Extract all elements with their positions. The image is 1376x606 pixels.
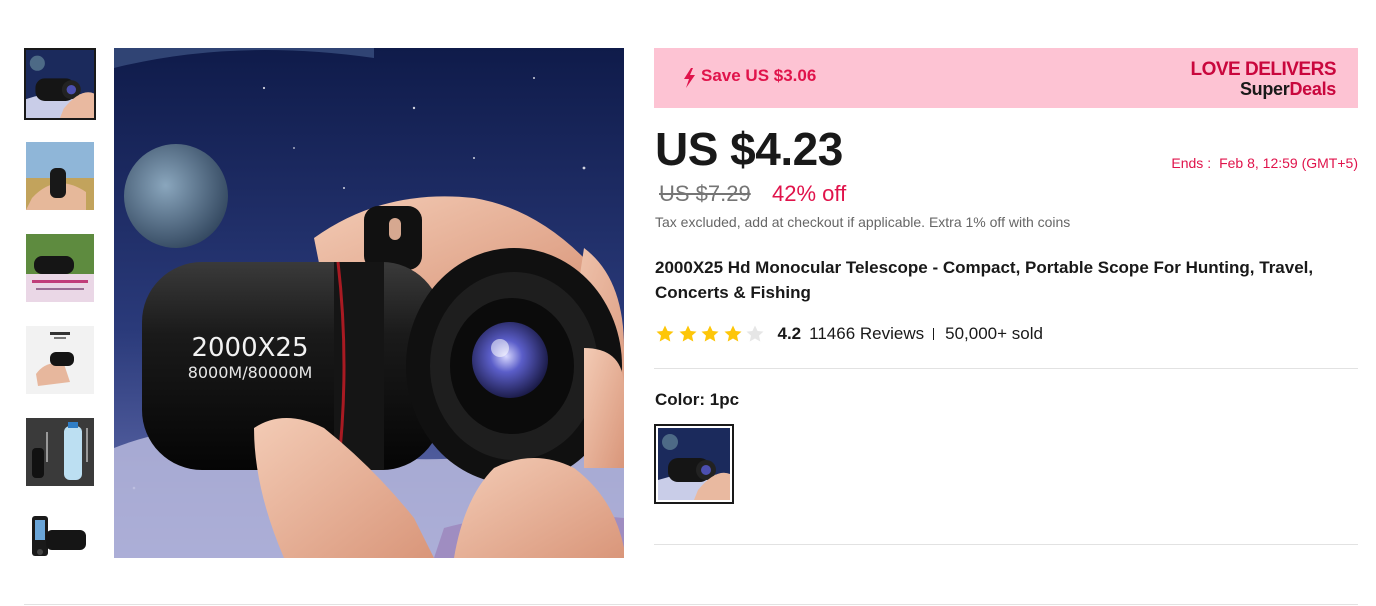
thumbnail-image [26,50,94,118]
star-rating[interactable] [655,324,768,344]
product-title: 2000X25 Hd Monocular Telescope - Compact… [655,258,1314,302]
thumbnail-image [26,326,94,394]
ends-label: Ends : [1171,155,1212,171]
sold-count: 50,000+ sold [945,324,1043,343]
thumbnail-2[interactable] [26,142,94,210]
rating-score: 4.2 [777,324,802,343]
section-divider [654,544,1358,545]
star-filled-icon [701,325,719,342]
discount-percent: 42% off [772,181,847,206]
section-divider [654,368,1358,369]
color-option-1pc[interactable] [654,424,734,504]
thumbnail-image [26,418,94,486]
thumbnail-4[interactable] [26,326,94,394]
save-amount: Save US $3.06 [701,66,817,85]
star-filled-icon [656,325,674,342]
thumbnail-5[interactable] [26,418,94,486]
lightning-icon [684,68,695,88]
color-option-image [658,428,730,500]
ends-value: Feb 8, 12:59 (GMT+5) [1219,155,1358,171]
star-filled-icon [679,325,696,342]
star-empty-icon [746,325,764,342]
color-label: Color: 1pc [655,390,740,409]
thumbnail-image [26,510,94,560]
thumbnail-1[interactable] [24,48,96,120]
body-label-model: 2000X25 [191,333,308,363]
thumbnail-3[interactable] [26,234,94,302]
page-divider [24,604,1358,605]
thumbnail-image [26,234,94,302]
thumbnail-image [26,142,94,210]
original-price: US $7.29 [659,181,751,206]
divider [933,328,935,340]
main-product-image[interactable]: 2000X25 8000M/80000M [114,48,624,558]
reviews-link[interactable]: 11466 Reviews [809,324,924,344]
star-filled-icon [724,325,741,342]
current-price: US $4.23 [655,123,843,175]
thumbnail-gallery [24,48,96,560]
superdeals-promo-banner[interactable]: Save US $3.06 LOVE DELIVERS SuperDeals [654,48,1358,108]
body-label-range: 8000M/80000M [188,363,313,382]
thumbnail-6[interactable] [26,510,94,560]
promo-brand-line2: SuperDeals [1239,79,1336,99]
tax-note: Tax excluded, add at checkout if applica… [655,214,1071,230]
promo-brand-line1: LOVE DELIVERS [1190,59,1336,80]
monocular-telescope-photo: 2000X25 8000M/80000M [114,48,624,558]
rating-summary: 4.2 11466 Reviews 50,000+ sold [655,322,1043,346]
deal-ends-time: Ends : Feb 8, 12:59 (GMT+5) [1171,155,1358,171]
